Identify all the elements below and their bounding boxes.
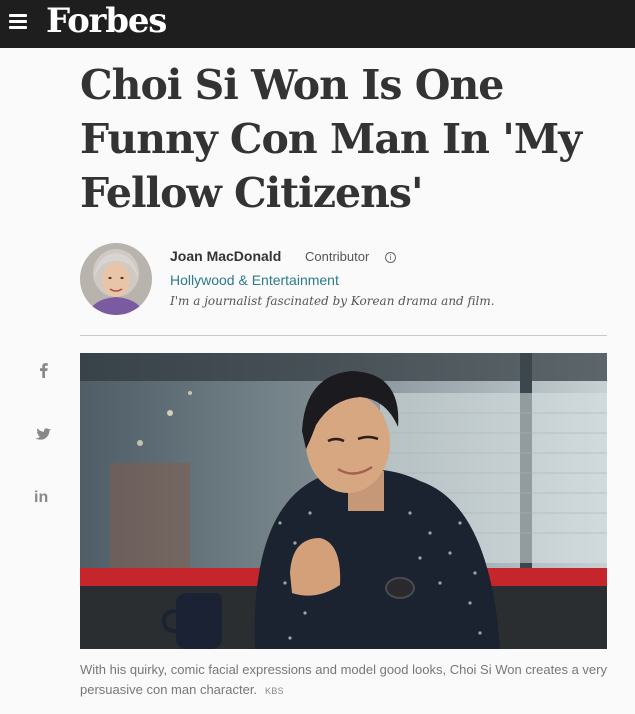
hamburger-menu-icon[interactable] bbox=[7, 12, 29, 30]
forbes-logo[interactable]: Forbes bbox=[46, 1, 167, 41]
image-caption: With his quirky, comic facial expression… bbox=[80, 660, 610, 701]
divider bbox=[80, 335, 607, 336]
channel-link[interactable]: Hollywood & Entertainment bbox=[170, 272, 339, 288]
linkedin-icon[interactable]: in bbox=[34, 489, 54, 509]
author-role: Contributor bbox=[305, 249, 370, 264]
image-credit: KBS bbox=[265, 686, 284, 696]
facebook-icon[interactable] bbox=[34, 360, 54, 380]
article-title: Choi Si Won Is One Funny Con Man In 'My … bbox=[80, 61, 582, 217]
top-navigation-bar: Forbes bbox=[0, 0, 635, 48]
article-hero-image bbox=[80, 353, 607, 649]
author-avatar[interactable] bbox=[80, 243, 152, 315]
caption-text: With his quirky, comic facial expression… bbox=[80, 662, 607, 697]
author-bio: I'm a journalist fascinated by Korean dr… bbox=[170, 294, 495, 308]
author-name[interactable]: Joan MacDonald bbox=[170, 248, 281, 264]
info-icon[interactable]: i bbox=[385, 252, 396, 263]
twitter-icon[interactable] bbox=[33, 425, 53, 445]
